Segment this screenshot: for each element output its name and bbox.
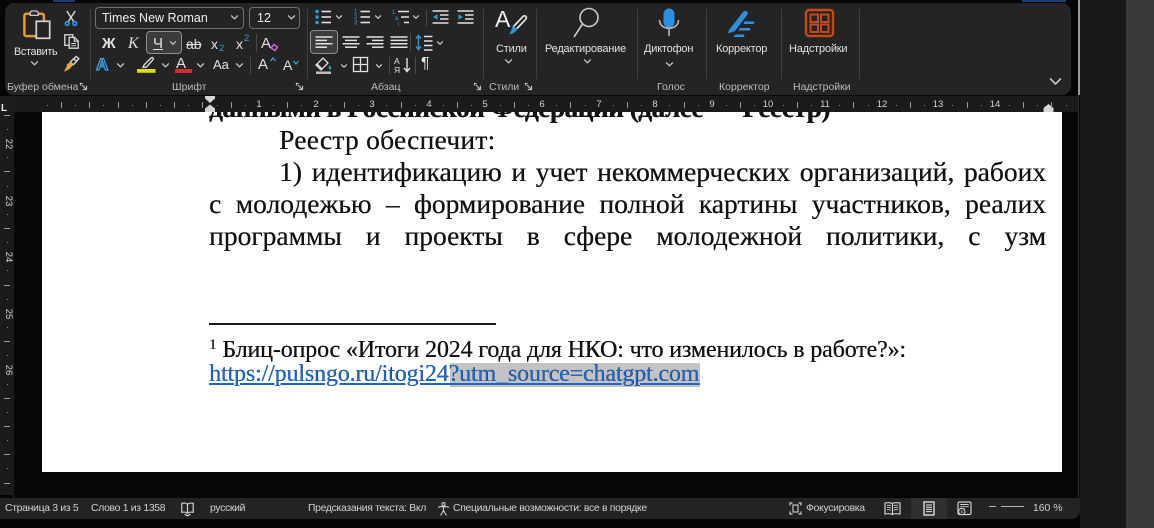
svg-text:3: 3	[354, 21, 358, 27]
svg-text:i: i	[398, 22, 399, 28]
svg-text:Я: Я	[394, 65, 400, 75]
